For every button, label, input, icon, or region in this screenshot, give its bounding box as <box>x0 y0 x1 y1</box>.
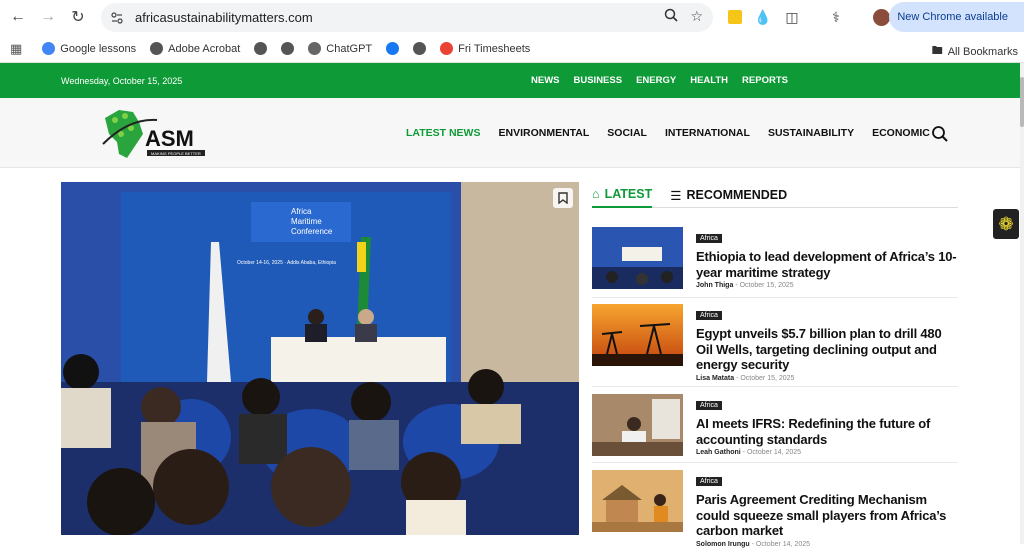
article-thumbnail[interactable] <box>592 470 683 532</box>
current-date: Wednesday, October 15, 2025 <box>61 76 183 86</box>
article-tabs: ⌂ LATEST ☰ RECOMMENDED <box>592 182 958 208</box>
folder-icon: 🖿 <box>931 45 943 57</box>
article-title[interactable]: Paris Agreement Crediting Mechanism coul… <box>696 492 958 539</box>
banner-line3: Conference <box>291 227 333 236</box>
globe-icon <box>413 42 427 55</box>
globe-icon <box>254 42 268 55</box>
nav-sustainability[interactable]: SUSTAINABILITY <box>768 127 854 139</box>
article-author[interactable]: Solomon Irungu <box>696 541 750 548</box>
bookmark-globe-1[interactable] <box>254 42 268 55</box>
scrollbar-thumb[interactable] <box>1020 77 1024 127</box>
article-title[interactable]: Ethiopia to lead development of Africa’s… <box>696 249 958 280</box>
divider <box>592 462 958 463</box>
topnav-energy[interactable]: ENERGY <box>636 75 676 86</box>
save-article-button[interactable] <box>553 188 573 208</box>
category-badge[interactable]: Africa <box>696 477 722 486</box>
drop-icon[interactable]: 💧 <box>752 6 774 28</box>
lab-icon[interactable]: ⚕ <box>825 6 847 28</box>
globe-icon <box>281 42 295 55</box>
article-title[interactable]: Egypt unveils $5.7 billion plan to drill… <box>696 326 958 373</box>
topnav-health[interactable]: HEALTH <box>690 75 728 86</box>
facebook-icon <box>386 42 400 55</box>
divider <box>592 386 958 387</box>
page-scrollbar[interactable] <box>1020 63 1024 544</box>
bookmarks-bar: ▦ Google lessons Adobe Acrobat ChatGPT F… <box>0 35 1024 63</box>
list-icon: ☰ <box>670 188 682 203</box>
article-author[interactable]: Lisa Matata <box>696 375 734 382</box>
article-date: October 14, 2025 <box>755 540 810 548</box>
top-nav: NEWS BUSINESS ENERGY HEALTH REPORTS <box>531 75 788 86</box>
conference-photo: Africa Maritime Conference October 14-16… <box>61 182 579 535</box>
extension-icon[interactable] <box>724 6 746 28</box>
new-chrome-button[interactable]: New Chrome available <box>889 2 1024 32</box>
banner-line1: Africa <box>291 207 312 216</box>
site-logo[interactable]: ASM MAKING PEOPLE BETTER <box>99 104 209 162</box>
article-date: October 15, 2025 <box>739 282 794 289</box>
apps-icon[interactable]: ▦ <box>10 41 22 57</box>
article-author[interactable]: John Thiga <box>696 282 733 289</box>
google-icon <box>440 42 454 55</box>
topnav-news[interactable]: NEWS <box>531 75 560 86</box>
all-bookmarks[interactable]: 🖿 All Bookmarks <box>932 42 1018 61</box>
bookmark-fri-timesheets[interactable]: Fri Timesheets <box>440 42 530 55</box>
bookmark-globe-3[interactable] <box>413 42 427 55</box>
topnav-reports[interactable]: REPORTS <box>742 75 788 86</box>
article-thumbnail[interactable] <box>592 227 683 289</box>
category-badge[interactable]: Africa <box>696 401 722 410</box>
side-widget-button[interactable]: ❁ <box>993 209 1019 239</box>
tab-latest[interactable]: ⌂ LATEST <box>592 182 653 208</box>
top-bar: Wednesday, October 15, 2025 NEWS BUSINES… <box>0 63 1020 98</box>
nav-latest-news[interactable]: LATEST NEWS <box>406 127 480 139</box>
bookmark-google-lessons[interactable]: Google lessons <box>42 42 136 55</box>
nav-environmental[interactable]: ENVIRONMENTAL <box>498 127 589 139</box>
main-nav: LATEST NEWS ENVIRONMENTAL SOCIAL INTERNA… <box>406 127 930 139</box>
article-thumbnail[interactable] <box>592 304 683 366</box>
zoom-icon[interactable] <box>664 8 679 22</box>
bookmark-globe-2[interactable] <box>281 42 295 55</box>
article-author[interactable]: Leah Gathoni <box>696 449 741 456</box>
url-text: africasustainabilitymatters.com <box>135 10 313 25</box>
logo-tagline: MAKING PEOPLE BETTER <box>151 151 201 156</box>
banner-date: October 14-16, 2025 · Addis Ababa, Ethio… <box>237 260 336 266</box>
globe-icon <box>150 42 164 55</box>
address-bar[interactable]: africasustainabilitymatters.com ☆ <box>101 3 713 32</box>
search-icon[interactable] <box>931 125 949 143</box>
article-thumbnail[interactable] <box>592 394 683 456</box>
bookmark-star-icon[interactable]: ☆ <box>690 8 703 25</box>
topnav-business[interactable]: BUSINESS <box>574 75 623 86</box>
google-icon <box>42 42 56 55</box>
forward-icon[interactable]: → <box>34 3 62 31</box>
article-title[interactable]: AI meets IFRS: Redefining the future of … <box>696 416 958 447</box>
puzzle-icon[interactable]: ◫ <box>781 6 803 28</box>
tab-recommended[interactable]: ☰ RECOMMENDED <box>670 182 787 208</box>
site-header: ASM MAKING PEOPLE BETTER LATEST NEWS ENV… <box>0 98 1020 168</box>
browser-toolbar: ← → ↻ africasustainabilitymatters.com ☆ … <box>0 0 1024 35</box>
category-badge[interactable]: Africa <box>696 311 722 320</box>
bookmark-facebook[interactable] <box>386 42 400 55</box>
bookmark-icon <box>558 192 568 204</box>
article-date: October 15, 2025 <box>740 374 795 382</box>
category-badge[interactable]: Africa <box>696 234 722 243</box>
back-icon[interactable]: ← <box>4 3 32 31</box>
banner-line2: Maritime <box>291 217 322 226</box>
logo-text: ASM <box>145 126 194 151</box>
reload-icon[interactable]: ↻ <box>64 3 92 31</box>
chatgpt-icon <box>308 42 322 55</box>
site-info-icon[interactable] <box>111 11 123 24</box>
divider <box>592 297 958 298</box>
nav-international[interactable]: INTERNATIONAL <box>665 127 750 139</box>
article-date: October 14, 2025 <box>746 449 802 456</box>
bookmark-chatgpt[interactable]: ChatGPT <box>308 42 372 55</box>
home-icon: ⌂ <box>592 187 600 201</box>
featured-image[interactable]: Africa Maritime Conference October 14-16… <box>61 182 579 535</box>
sun-icon: ❁ <box>998 213 1014 234</box>
nav-economic[interactable]: ECONOMIC <box>872 127 930 139</box>
bookmark-adobe-acrobat[interactable]: Adobe Acrobat <box>150 42 240 55</box>
nav-social[interactable]: SOCIAL <box>607 127 647 139</box>
